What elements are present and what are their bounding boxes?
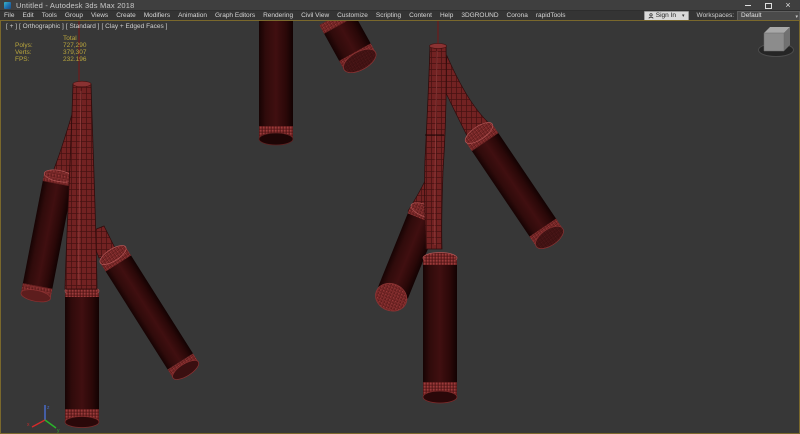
cylinder-top-vertical[interactable] <box>259 21 293 145</box>
menu-bar: FileEditToolsGroupViewsCreateModifiersAn… <box>0 11 800 20</box>
restore-icon <box>765 3 772 9</box>
tree-object-left[interactable] <box>20 21 202 428</box>
menu-item-customize[interactable]: Customize <box>333 11 372 20</box>
stats-total-header: Total <box>63 35 77 42</box>
stats-rows: Polys: 727,290 Verts: 379,307 FPS: 232.1… <box>15 42 87 63</box>
close-button[interactable]: × <box>778 0 798 11</box>
axis-y <box>45 420 56 428</box>
window-title: Untitled - Autodesk 3ds Max 2018 <box>16 0 135 11</box>
menu-items: FileEditToolsGroupViewsCreateModifiersAn… <box>0 11 570 20</box>
menu-item-rendering[interactable]: Rendering <box>259 11 297 20</box>
3ds-max-window: { "window": { "title": "Untitled - Autod… <box>0 0 800 434</box>
statistics-overlay: Total Polys: 727,290 Verts: 379,307 FPS:… <box>15 35 87 63</box>
menu-item-3dground[interactable]: 3DGROUND <box>457 11 502 20</box>
viewcube-front-face[interactable] <box>764 33 784 51</box>
user-icon <box>648 13 654 19</box>
menu-item-animation[interactable]: Animation <box>174 11 211 20</box>
menu-item-views[interactable]: Views <box>87 11 112 20</box>
sign-in-caret-icon: ▾ <box>682 13 685 19</box>
sign-in-button[interactable]: Sign In ▾ <box>644 11 689 21</box>
menu-item-help[interactable]: Help <box>436 11 457 20</box>
stats-row-polys: Polys: 727,290 <box>15 42 87 49</box>
viewport-label-segment-point-of-view[interactable]: [ Orthographic ] <box>19 23 64 30</box>
world-axis-gizmo: z x y <box>27 405 60 433</box>
stats-row-label: Polys: <box>15 42 63 49</box>
menu-item-graph-editors[interactable]: Graph Editors <box>211 11 259 20</box>
branch-cylinder <box>97 242 201 383</box>
viewport-label: [ + ][ Orthographic ][ Standard ][ Clay … <box>6 23 169 30</box>
viewport-orthographic[interactable]: [ + ][ Orthographic ][ Standard ][ Clay … <box>0 20 800 434</box>
menu-item-corona[interactable]: Corona <box>503 11 532 20</box>
handle-cylinder <box>65 286 99 428</box>
stats-row-value: 727,290 <box>63 42 87 49</box>
axis-x <box>32 420 45 427</box>
menu-item-create[interactable]: Create <box>112 11 140 20</box>
stats-row-value: 379,307 <box>63 49 87 56</box>
sign-in-label: Sign In <box>656 12 676 19</box>
stats-row-value: 232.196 <box>63 56 87 63</box>
menu-item-edit[interactable]: Edit <box>18 11 37 20</box>
minimize-icon <box>745 5 751 6</box>
window-controls: × <box>738 0 798 11</box>
viewport-label-segment-render-standard[interactable]: [ Standard ] <box>66 23 100 30</box>
title-bar: Untitled - Autodesk 3ds Max 2018 × <box>0 0 800 11</box>
menu-item-tools[interactable]: Tools <box>38 11 61 20</box>
branch-cylinder <box>462 119 567 253</box>
viewport-label-segment-general-menu[interactable]: [ + ] <box>6 23 17 30</box>
menu-item-modifiers[interactable]: Modifiers <box>140 11 174 20</box>
app-icon[interactable] <box>4 2 11 9</box>
stats-row-verts: Verts: 379,307 <box>15 49 87 56</box>
stats-header-row: Total <box>15 35 87 42</box>
cylinder-top-tilted[interactable] <box>319 21 380 77</box>
menu-item-civil-view[interactable]: Civil View <box>297 11 333 20</box>
close-icon: × <box>785 1 790 10</box>
menu-item-rapidtools[interactable]: rapidTools <box>532 11 570 20</box>
workspaces-label: Workspaces: <box>697 12 734 19</box>
svg-text:z: z <box>47 405 50 411</box>
stats-row-label: Verts: <box>15 49 63 56</box>
minimize-button[interactable] <box>738 0 758 11</box>
workspaces-value: Default <box>741 12 762 19</box>
stats-row-label: FPS: <box>15 56 63 63</box>
svg-text:y: y <box>57 428 60 433</box>
menu-item-scripting[interactable]: Scripting <box>372 11 405 20</box>
menu-item-group[interactable]: Group <box>61 11 87 20</box>
stats-row-fps: FPS: 232.196 <box>15 56 87 63</box>
menu-item-file[interactable]: File <box>0 11 18 20</box>
viewport-label-segment-shading-mode[interactable]: [ Clay + Edged Faces ] <box>101 23 167 30</box>
restore-button[interactable] <box>758 0 778 11</box>
svg-text:x: x <box>27 422 30 428</box>
viewport-3d-scene[interactable]: z x y <box>1 21 799 433</box>
tree-object-right[interactable] <box>371 21 567 403</box>
menu-item-content[interactable]: Content <box>405 11 436 20</box>
handle-cylinder <box>423 253 457 404</box>
viewcube[interactable] <box>759 27 794 57</box>
workspaces-dropdown[interactable]: Default ▾ <box>737 11 800 21</box>
